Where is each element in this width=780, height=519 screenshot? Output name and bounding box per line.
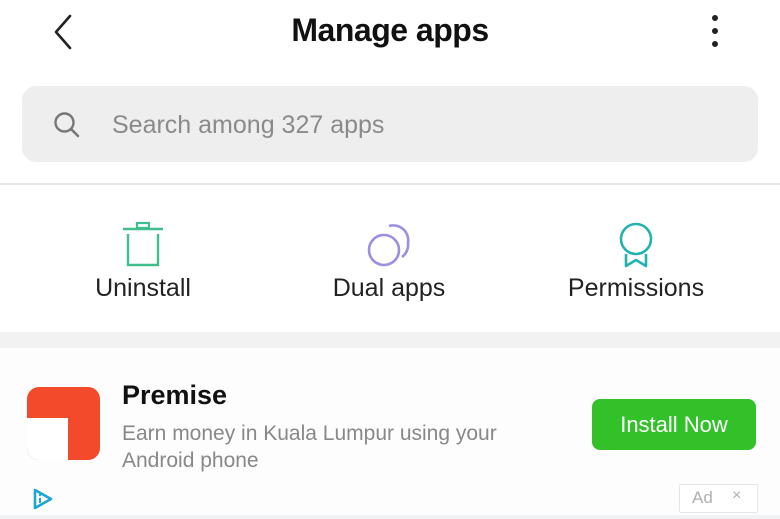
search-bar[interactable]: [22, 86, 758, 164]
permissions-label: Permissions: [567, 274, 705, 302]
top-bar: Manage apps: [0, 0, 780, 70]
ad-description: Earn money in Kuala Lumpur using your An…: [122, 422, 497, 472]
install-now-button[interactable]: Install Now: [592, 399, 756, 450]
ad-label: Ad: [692, 488, 713, 507]
premise-app-icon: [27, 387, 100, 460]
page-title: Manage apps: [291, 12, 489, 48]
search-input[interactable]: [110, 86, 734, 164]
more-vertical-icon: [712, 15, 718, 47]
bottom-edge: [0, 515, 780, 519]
more-options-button[interactable]: [700, 12, 730, 52]
uninstall-button[interactable]: Uninstall: [18, 185, 268, 332]
trash-icon: [123, 221, 163, 267]
ad-badge[interactable]: Ad ×: [679, 484, 758, 513]
search-icon: [54, 112, 80, 138]
section-separator: [0, 332, 780, 348]
ad-card[interactable]: Premise Earn money in Kuala Lumpur using…: [0, 348, 780, 519]
dual-apps-label: Dual apps: [332, 274, 446, 302]
ad-app-name: Premise: [122, 380, 228, 410]
permissions-button[interactable]: Permissions: [511, 185, 761, 332]
uninstall-label: Uninstall: [95, 274, 191, 302]
action-row: Uninstall Dual apps Permissions: [0, 185, 780, 332]
adchoices-icon[interactable]: [32, 488, 54, 510]
dual-circles-icon: [367, 224, 410, 267]
ribbon-badge-icon: [619, 222, 653, 268]
close-icon[interactable]: ×: [732, 487, 741, 505]
dual-apps-button[interactable]: Dual apps: [264, 185, 514, 332]
